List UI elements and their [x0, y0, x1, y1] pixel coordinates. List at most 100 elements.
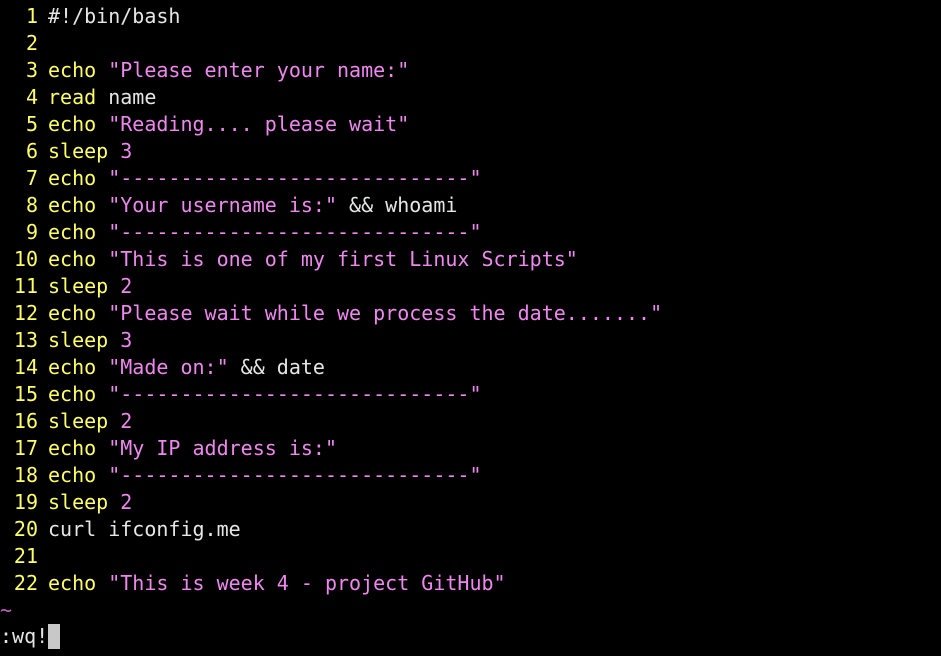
- code-token-plain: name: [96, 85, 157, 109]
- code-token-number: 3: [120, 328, 133, 352]
- code-line[interactable]: 5 echo "Reading.... please wait": [0, 111, 941, 138]
- code-token-string: "-----------------------------": [108, 382, 482, 406]
- text-cursor: [48, 624, 61, 649]
- code-token-number: 2: [120, 274, 133, 298]
- code-token-builtin: echo: [48, 193, 97, 217]
- code-token-builtin: echo: [48, 220, 97, 244]
- code-token-string: "My IP address is:": [108, 436, 337, 460]
- code-line[interactable]: 12 echo "Please wait while we process the…: [0, 300, 941, 327]
- code-token-plain: && date: [228, 355, 325, 379]
- line-number: 1: [25, 4, 38, 28]
- code-token-number: 2: [120, 409, 133, 433]
- code-line[interactable]: 20 curl ifconfig.me: [0, 516, 941, 543]
- code-line[interactable]: 19 sleep 2: [0, 489, 941, 516]
- code-token-builtin: echo: [48, 301, 97, 325]
- code-line[interactable]: 13 sleep 3: [0, 327, 941, 354]
- code-line[interactable]: 8 echo "Your username is:" && whoami: [0, 192, 941, 219]
- code-line[interactable]: 3 echo "Please enter your name:": [0, 57, 941, 84]
- line-number: 18: [13, 463, 38, 487]
- code-token-string: "-----------------------------": [108, 220, 482, 244]
- code-token-builtin: echo: [48, 382, 97, 406]
- empty-line-marker: ~: [0, 598, 13, 622]
- code-token-builtin: echo: [48, 166, 97, 190]
- code-line[interactable]: 9 echo "-----------------------------": [0, 219, 941, 246]
- code-line[interactable]: 6 sleep 3: [0, 138, 941, 165]
- code-token-builtin: sleep: [48, 490, 109, 514]
- code-line[interactable]: 14 echo "Made on:" && date: [0, 354, 941, 381]
- line-number: 14: [13, 355, 38, 379]
- code-token-string: "This is week 4 - project GitHub": [108, 571, 506, 595]
- line-number: 19: [13, 490, 38, 514]
- code-token-number: 3: [120, 139, 133, 163]
- code-token-builtin: sleep: [48, 409, 109, 433]
- line-number: 8: [25, 193, 38, 217]
- code-line[interactable]: 22 echo "This is week 4 - project GitHub": [0, 570, 941, 597]
- line-number: 7: [25, 166, 38, 190]
- code-line[interactable]: 17 echo "My IP address is:": [0, 435, 941, 462]
- code-line[interactable]: 11 sleep 2: [0, 273, 941, 300]
- line-number: 20: [13, 517, 38, 541]
- code-token-string: "Please enter your name:": [108, 58, 410, 82]
- line-number: 3: [25, 58, 38, 82]
- code-token-string: "Please wait while we process the date..…: [108, 301, 663, 325]
- line-number: 17: [13, 436, 38, 460]
- line-number: 13: [13, 328, 38, 352]
- code-token-comment: #!/bin/bash: [48, 4, 181, 28]
- code-token-string: "-----------------------------": [108, 166, 482, 190]
- code-token-builtin: sleep: [48, 274, 109, 298]
- code-token-builtin: echo: [48, 355, 97, 379]
- line-number: 12: [13, 301, 38, 325]
- code-line[interactable]: 4 read name: [0, 84, 941, 111]
- command-line[interactable]: :wq!: [0, 623, 61, 650]
- line-number: 10: [13, 247, 38, 271]
- command-text: :wq!: [0, 624, 49, 648]
- code-token-builtin: echo: [48, 571, 97, 595]
- line-number: 6: [25, 139, 38, 163]
- code-token-builtin: echo: [48, 112, 97, 136]
- code-token-string: "Reading.... please wait": [108, 112, 410, 136]
- code-token-builtin: echo: [48, 436, 97, 460]
- code-token-builtin: echo: [48, 463, 97, 487]
- code-token-builtin: echo: [48, 247, 97, 271]
- code-line[interactable]: 1 #!/bin/bash: [0, 3, 941, 30]
- code-token-number: 2: [120, 490, 133, 514]
- code-token-builtin: echo: [48, 58, 97, 82]
- code-token-builtin: sleep: [48, 139, 109, 163]
- code-line[interactable]: 7 echo "-----------------------------": [0, 165, 941, 192]
- line-number: 15: [13, 382, 38, 406]
- code-token-string: "This is one of my first Linux Scripts": [108, 247, 578, 271]
- code-line[interactable]: 16 sleep 2: [0, 408, 941, 435]
- line-number: 5: [25, 112, 38, 136]
- code-line[interactable]: 21: [0, 543, 941, 570]
- line-number: 9: [25, 220, 38, 244]
- code-line[interactable]: 10 echo "This is one of my first Linux Sc…: [0, 246, 941, 273]
- code-token-plain: curl ifconfig.me: [48, 517, 241, 541]
- line-number: 2: [25, 31, 38, 55]
- line-number: 21: [13, 544, 38, 568]
- code-line[interactable]: 18 echo "-----------------------------": [0, 462, 941, 489]
- code-token-string: "Your username is:": [108, 193, 337, 217]
- code-token-string: "-----------------------------": [108, 463, 482, 487]
- editor-buffer[interactable]: 1 #!/bin/bash 2 3 echo "Please enter your na…: [0, 3, 941, 624]
- line-number: 16: [13, 409, 38, 433]
- line-number: 11: [13, 274, 38, 298]
- code-line[interactable]: 15 echo "-----------------------------": [0, 381, 941, 408]
- line-number: 22: [13, 571, 38, 595]
- code-token-builtin: sleep: [48, 328, 109, 352]
- code-token-string: "Made on:": [108, 355, 229, 379]
- code-token-plain: && whoami: [337, 193, 458, 217]
- code-line[interactable]: 2: [0, 30, 941, 57]
